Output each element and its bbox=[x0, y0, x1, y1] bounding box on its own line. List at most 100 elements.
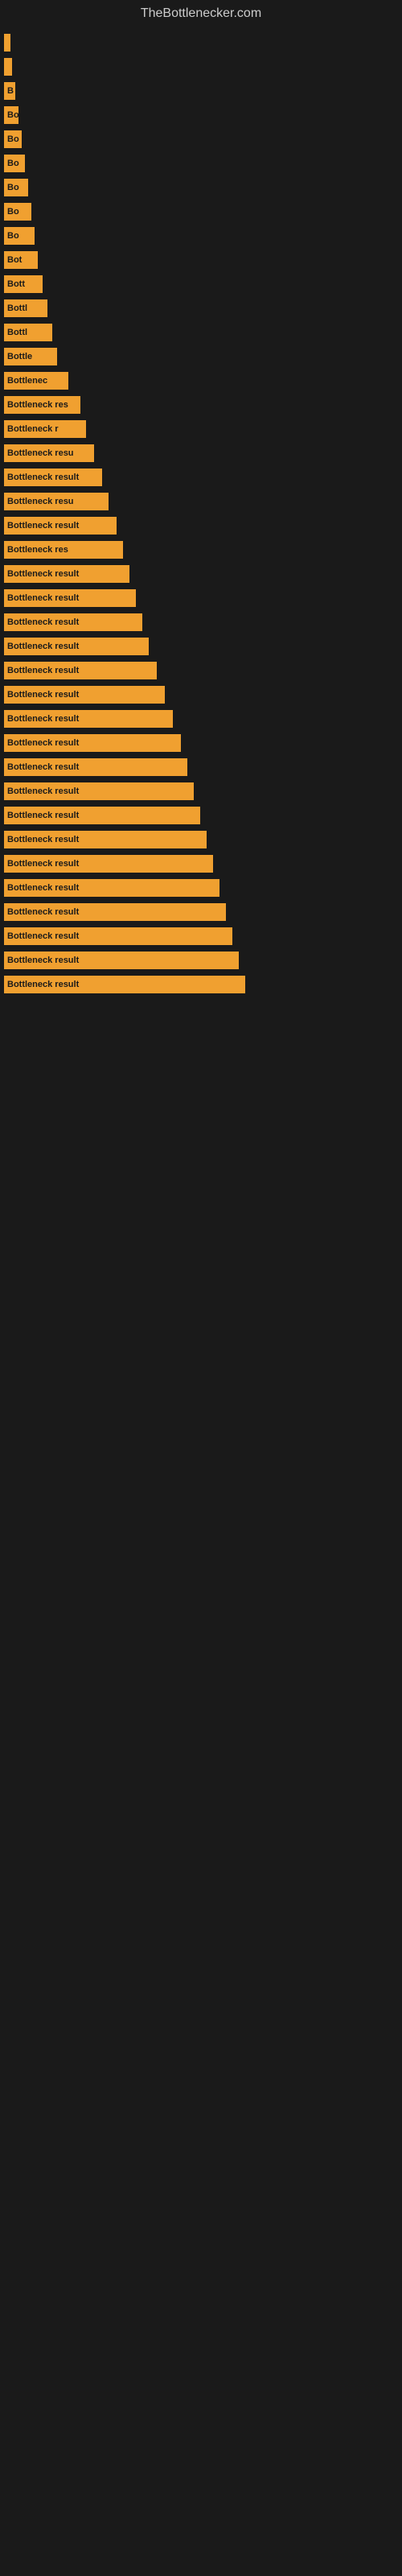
bar-row: Bottleneck result bbox=[4, 588, 394, 609]
bar-row: Bottleneck res bbox=[4, 394, 394, 415]
bar-label: Bottleneck result bbox=[7, 593, 79, 603]
bar-label: Bottleneck result bbox=[7, 786, 79, 796]
bar-row: Bottleneck r bbox=[4, 419, 394, 440]
bar: Bottleneck result bbox=[4, 927, 232, 945]
bar-label: Bottleneck r bbox=[7, 424, 59, 434]
bar-label: Bottleneck result bbox=[7, 811, 79, 820]
bar-label: Bottleneck resu bbox=[7, 448, 74, 458]
bar-row: Bottleneck result bbox=[4, 805, 394, 826]
bar: Bottleneck result bbox=[4, 638, 149, 655]
bar: Bottl bbox=[4, 299, 47, 317]
bar-row: Bottleneck result bbox=[4, 902, 394, 923]
bar: Bottleneck result bbox=[4, 855, 213, 873]
bar-row: Bottleneck result bbox=[4, 877, 394, 898]
bar-label: Bottleneck result bbox=[7, 569, 79, 579]
bar-label: Bottleneck result bbox=[7, 473, 79, 482]
bar bbox=[4, 34, 10, 52]
bar-label: Bo bbox=[7, 183, 19, 192]
bar: Bo bbox=[4, 227, 35, 245]
bar-row: Bottleneck resu bbox=[4, 443, 394, 464]
bar-label: Bo bbox=[7, 231, 19, 241]
bar-row: Bo bbox=[4, 153, 394, 174]
bar: Bottlenec bbox=[4, 372, 68, 390]
bar-row: Bottleneck result bbox=[4, 564, 394, 584]
bar-label: Bottleneck result bbox=[7, 714, 79, 724]
bar-row: Bottleneck result bbox=[4, 974, 394, 995]
bar-row: Bottleneck result bbox=[4, 733, 394, 753]
bar-label: Bottleneck result bbox=[7, 859, 79, 869]
bar-label: Bottl bbox=[7, 328, 27, 337]
bar-row: Bo bbox=[4, 201, 394, 222]
bar-row: Bot bbox=[4, 250, 394, 270]
bar-label: Bottleneck result bbox=[7, 883, 79, 893]
bar-label: Bottleneck result bbox=[7, 835, 79, 844]
bar-label: Bottleneck result bbox=[7, 956, 79, 965]
bar-row: Bo bbox=[4, 105, 394, 126]
bar: Bottleneck result bbox=[4, 589, 136, 607]
bar: Bottleneck r bbox=[4, 420, 86, 438]
bars-container: BBoBoBoBoBoBoBotBottBottlBottlBottleBott… bbox=[0, 24, 402, 1006]
bar: Bottleneck result bbox=[4, 879, 219, 897]
bar-row: Bottleneck result bbox=[4, 757, 394, 778]
bar: Bottleneck result bbox=[4, 469, 102, 486]
bar-row: Bottl bbox=[4, 322, 394, 343]
bar-label: B bbox=[7, 86, 14, 96]
bar-row: Bottleneck result bbox=[4, 515, 394, 536]
bar-label: Bottle bbox=[7, 352, 32, 361]
bar: Bottleneck result bbox=[4, 734, 181, 752]
bar-label: Bottleneck res bbox=[7, 545, 68, 555]
bar-label: Bottleneck resu bbox=[7, 497, 74, 506]
bar: Bottleneck res bbox=[4, 541, 123, 559]
bar-label: Bottleneck result bbox=[7, 690, 79, 700]
bar-label: Bottleneck result bbox=[7, 666, 79, 675]
bar-row: Bottleneck result bbox=[4, 467, 394, 488]
bar-row: Bottleneck res bbox=[4, 539, 394, 560]
bar: Bot bbox=[4, 251, 38, 269]
bar-label: Bottleneck result bbox=[7, 980, 79, 989]
bar: Bottleneck result bbox=[4, 831, 207, 848]
bar: Bo bbox=[4, 203, 31, 221]
bar-label: Bottleneck result bbox=[7, 642, 79, 651]
bar-row: Bottleneck resu bbox=[4, 491, 394, 512]
site-title-bar: TheBottlenecker.com bbox=[0, 0, 402, 24]
bar-row: Bottlenec bbox=[4, 370, 394, 391]
bar: Bottleneck result bbox=[4, 807, 200, 824]
bar-label: Bottl bbox=[7, 303, 27, 313]
bar-row: Bo bbox=[4, 225, 394, 246]
bar: Bo bbox=[4, 106, 18, 124]
bar: Bottleneck result bbox=[4, 613, 142, 631]
bar: Bottl bbox=[4, 324, 52, 341]
bar-row: Bottl bbox=[4, 298, 394, 319]
bar: Bottleneck resu bbox=[4, 444, 94, 462]
bar: Bottleneck result bbox=[4, 976, 245, 993]
bar-row: Bottleneck result bbox=[4, 926, 394, 947]
bar-row: Bottleneck result bbox=[4, 636, 394, 657]
bar-label: Bo bbox=[7, 110, 18, 120]
bar-row: Bottleneck result bbox=[4, 660, 394, 681]
bar: Bo bbox=[4, 179, 28, 196]
bar-row: Bottleneck result bbox=[4, 708, 394, 729]
bar-row: Bottleneck result bbox=[4, 829, 394, 850]
bar-row: Bottleneck result bbox=[4, 781, 394, 802]
bar: Bottle bbox=[4, 348, 57, 365]
bar-row: Bottle bbox=[4, 346, 394, 367]
bar-label: Bott bbox=[7, 279, 25, 289]
bar-label: Bottleneck result bbox=[7, 931, 79, 941]
bar-label: Bottleneck res bbox=[7, 400, 68, 410]
bar: Bottleneck resu bbox=[4, 493, 109, 510]
bar-row bbox=[4, 32, 394, 53]
bar-label: Bottleneck result bbox=[7, 617, 79, 627]
bar-row: Bottleneck result bbox=[4, 684, 394, 705]
bar: Bott bbox=[4, 275, 43, 293]
bar-label: Bottleneck result bbox=[7, 738, 79, 748]
bar: B bbox=[4, 82, 15, 100]
bar-label: Bo bbox=[7, 159, 19, 168]
bar-row: Bottleneck result bbox=[4, 612, 394, 633]
bar-label: Bottleneck result bbox=[7, 762, 79, 772]
bar-label: Bo bbox=[7, 207, 19, 217]
bar: Bottleneck result bbox=[4, 758, 187, 776]
bar-row: Bott bbox=[4, 274, 394, 295]
bar-row bbox=[4, 56, 394, 77]
bar bbox=[4, 58, 12, 76]
bar-row: B bbox=[4, 80, 394, 101]
